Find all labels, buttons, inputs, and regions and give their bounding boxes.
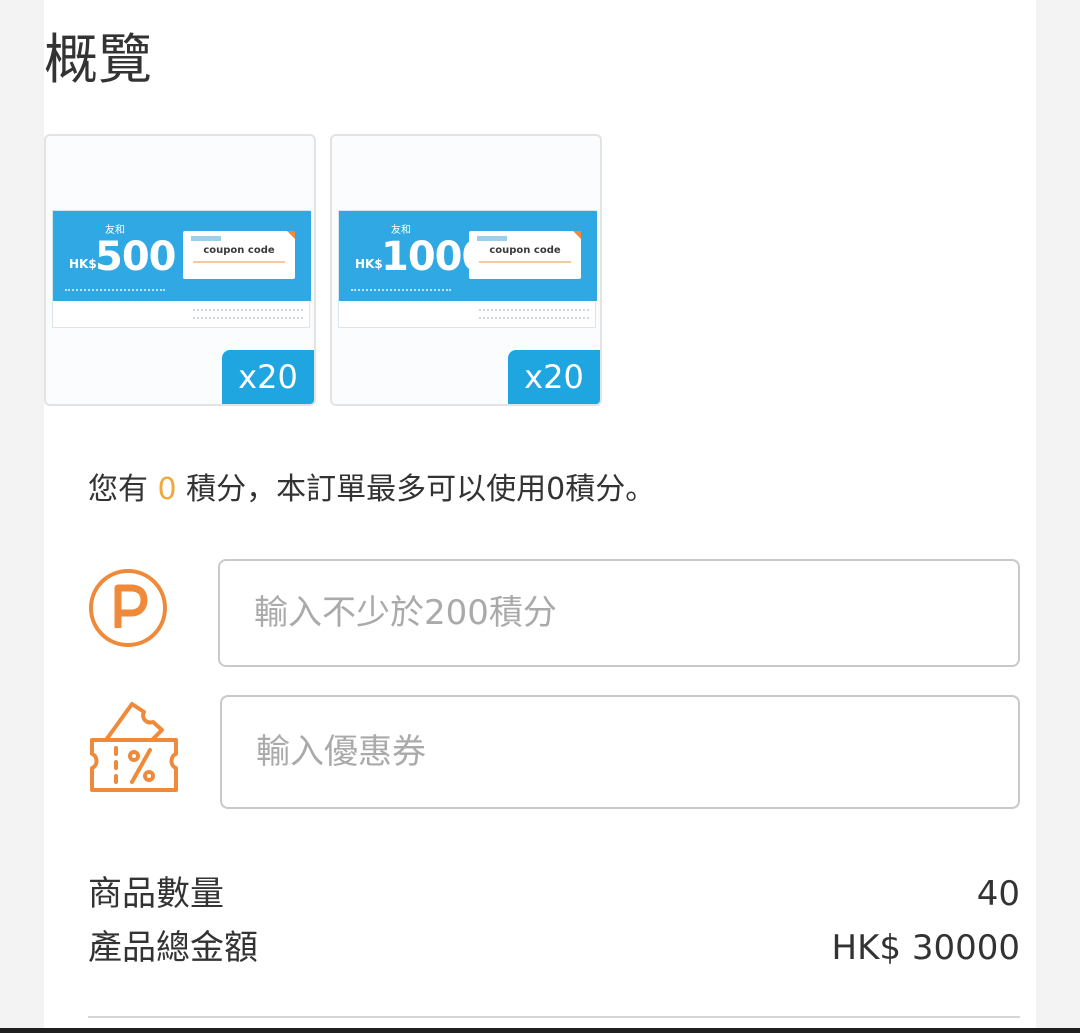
voucher-fine-print xyxy=(193,309,303,319)
total-label: 產品總金額 xyxy=(88,928,258,968)
coupon-input[interactable] xyxy=(220,695,1020,809)
quantity-value: 40 xyxy=(976,874,1020,914)
quantity-row: 商品數量 40 xyxy=(88,870,1020,918)
voucher-banner: 友和 HK$ 500 coupon code xyxy=(53,211,311,301)
page-title: 概覽 xyxy=(44,28,152,91)
voucher-corner-mark xyxy=(573,231,581,239)
voucher-currency: HK$ xyxy=(355,257,383,271)
quantity-badge: x20 xyxy=(508,350,600,404)
voucher-code-box: coupon code xyxy=(469,231,581,279)
coupon-ticket-icon xyxy=(90,702,178,792)
product-thumbnails: 友和 HK$ 500 coupon code x20 友和 HK$ 1000 c… xyxy=(44,134,644,406)
voucher-code-label: coupon code xyxy=(489,245,561,256)
quantity-badge: x20 xyxy=(222,350,314,404)
points-info: 您有 0 積分，本訂單最多可以使用0積分。 xyxy=(88,470,655,510)
points-info-prefix: 您有 xyxy=(88,472,158,507)
voucher-banner: 友和 HK$ 1000 coupon code xyxy=(339,211,597,301)
voucher-code-label: coupon code xyxy=(203,245,275,256)
voucher-code-box: coupon code xyxy=(183,231,295,279)
total-value: HK$ 30000 xyxy=(831,928,1020,968)
total-row: 產品總金額 HK$ 30000 xyxy=(88,924,1020,972)
voucher-amount: 500 xyxy=(95,234,176,280)
voucher-code-line xyxy=(479,261,571,263)
voucher-icon-strip xyxy=(65,289,165,295)
points-balance: 0 xyxy=(157,472,177,507)
voucher-currency: HK$ xyxy=(69,257,97,271)
bottom-edge xyxy=(0,1028,1080,1033)
voucher-box-header xyxy=(477,236,507,241)
points-info-suffix: 積分，本訂單最多可以使用0積分。 xyxy=(176,472,656,507)
points-input[interactable] xyxy=(218,559,1020,667)
voucher-code-line xyxy=(193,261,285,263)
quantity-label: 商品數量 xyxy=(88,874,224,914)
voucher-icon-strip xyxy=(351,289,451,295)
product-thumbnail[interactable]: 友和 HK$ 1000 coupon code x20 xyxy=(330,134,602,406)
product-thumbnail[interactable]: 友和 HK$ 500 coupon code x20 xyxy=(44,134,316,406)
voucher-image: 友和 HK$ 500 coupon code xyxy=(52,210,311,328)
voucher-fine-print xyxy=(479,309,589,319)
voucher-box-header xyxy=(191,236,221,241)
points-p-icon xyxy=(89,569,167,647)
divider xyxy=(88,1016,1020,1018)
voucher-corner-mark xyxy=(287,231,295,239)
voucher-image: 友和 HK$ 1000 coupon code xyxy=(338,210,597,328)
